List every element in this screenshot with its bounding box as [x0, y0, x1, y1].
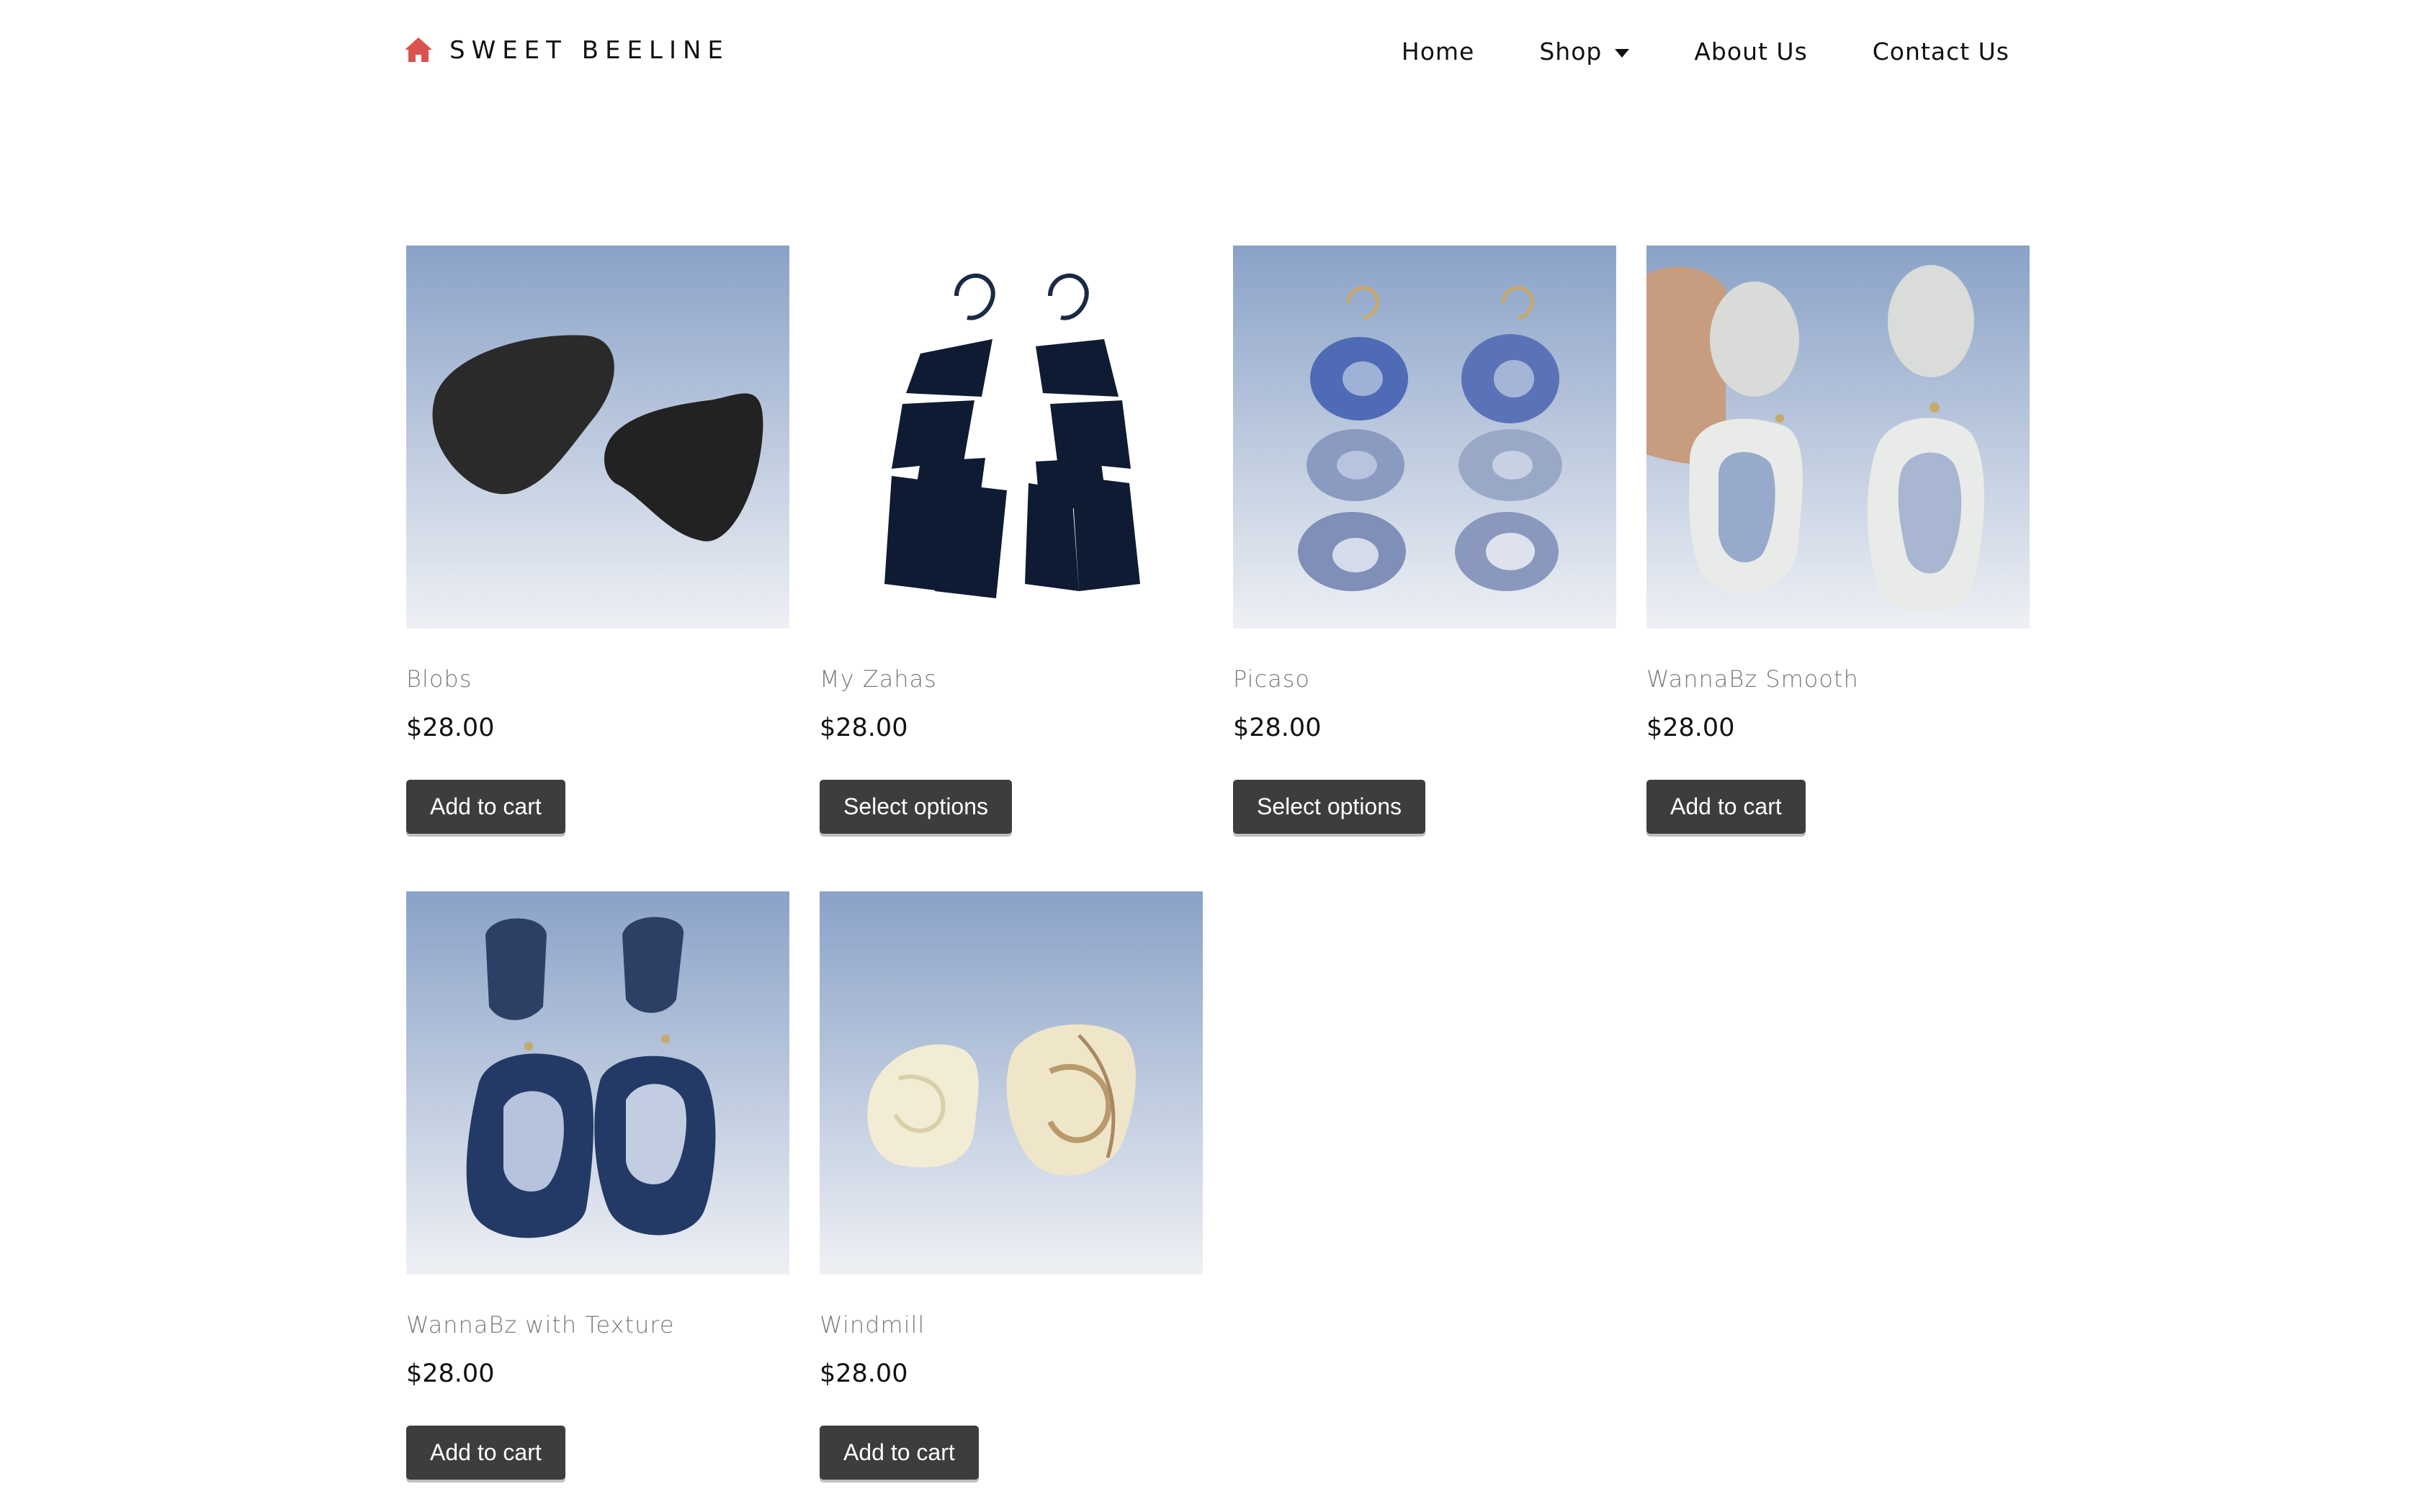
product-card: Windmill $28.00 Add to cart	[820, 891, 1203, 1480]
add-to-cart-button[interactable]: Add to cart	[406, 1426, 565, 1480]
select-options-button[interactable]: Select options	[1233, 780, 1426, 834]
nav-home-label: Home	[1401, 37, 1475, 66]
product-price: $28.00	[1233, 714, 1322, 742]
chevron-down-icon[interactable]	[1615, 48, 1630, 58]
nav-contact-us-label: Contact Us	[1872, 37, 2009, 66]
main-nav: Home Shop About Us Contact Us	[1402, 37, 2009, 66]
product-grid: Blobs $28.00 Add to cart My Zahas $28.00…	[406, 246, 2030, 1480]
product-price: $28.00	[820, 714, 908, 742]
product-card: WannaBz Smooth $28.00 Add to cart	[1646, 246, 2030, 834]
add-to-cart-button[interactable]: Add to cart	[1646, 780, 1806, 834]
add-to-cart-button[interactable]: Add to cart	[820, 1426, 979, 1480]
product-title[interactable]: My Zahas	[820, 665, 1203, 693]
product-image-link[interactable]	[1646, 246, 2030, 629]
white-stone-drop-earrings-image	[1646, 246, 2030, 629]
product-title[interactable]: WannaBz Smooth	[1646, 665, 2030, 693]
nav-contact-us[interactable]: Contact Us	[1873, 37, 2009, 66]
navy-textured-drop-earrings-image	[406, 891, 789, 1274]
product-card: My Zahas $28.00 Select options	[820, 246, 1203, 834]
product-title[interactable]: WannaBz with Texture	[406, 1310, 789, 1339]
product-image-link[interactable]	[406, 246, 789, 629]
product-title[interactable]: Picaso	[1233, 665, 1616, 693]
navy-geometric-dangle-earrings-image	[820, 246, 1203, 629]
product-price: $28.00	[1646, 714, 1735, 742]
product-price: $28.00	[406, 714, 495, 742]
product-image-link[interactable]	[1233, 246, 1616, 629]
nav-shop[interactable]: Shop	[1539, 37, 1630, 66]
product-card: WannaBz with Texture $28.00 Add to cart	[406, 891, 789, 1480]
cream-swirl-stud-earrings-image	[820, 891, 1203, 1274]
product-price: $28.00	[820, 1359, 908, 1388]
product-title[interactable]: Windmill	[820, 1310, 1203, 1339]
nav-about-us-label: About Us	[1694, 37, 1808, 66]
nav-about-us[interactable]: About Us	[1694, 37, 1807, 66]
product-image-link[interactable]	[820, 891, 1203, 1274]
product-price: $28.00	[406, 1359, 495, 1388]
site-header: SWEET BEELINE Home Shop About Us Contact…	[0, 0, 2420, 108]
home-icon	[405, 37, 432, 62]
add-to-cart-button[interactable]: Add to cart	[406, 780, 565, 834]
product-card: Picaso $28.00 Select options	[1233, 246, 1616, 834]
product-image-link[interactable]	[820, 246, 1203, 629]
brand-name: SWEET BEELINE	[449, 36, 730, 65]
product-title[interactable]: Blobs	[406, 665, 789, 693]
select-options-button[interactable]: Select options	[820, 780, 1013, 834]
brand-logo-link[interactable]: SWEET BEELINE	[403, 36, 730, 65]
nav-home[interactable]: Home	[1402, 37, 1474, 66]
product-card: Blobs $28.00 Add to cart	[406, 246, 789, 834]
product-image-link[interactable]	[406, 891, 789, 1274]
blue-hoop-chain-earrings-image	[1233, 246, 1616, 629]
nav-shop-label: Shop	[1539, 37, 1603, 66]
black-blob-earrings-image	[406, 246, 789, 629]
